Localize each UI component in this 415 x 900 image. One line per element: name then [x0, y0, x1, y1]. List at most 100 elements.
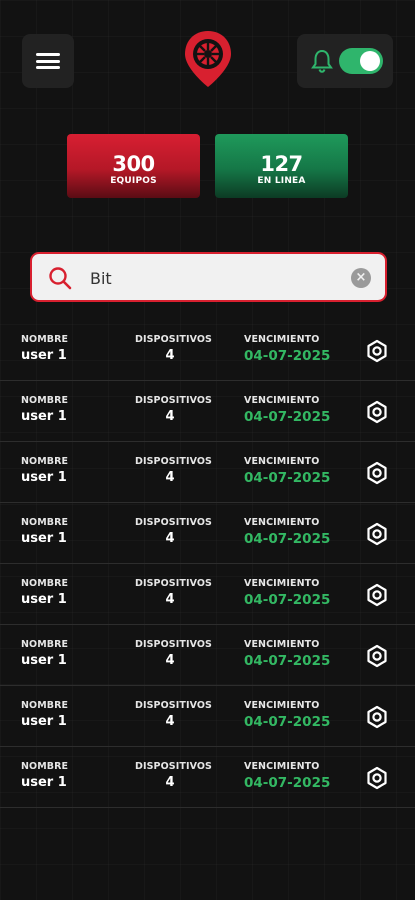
- settings-icon[interactable]: [365, 522, 389, 546]
- name-header: NOMBRE: [21, 456, 69, 467]
- expiry-date: 04-07-2025: [244, 409, 331, 425]
- name-header: NOMBRE: [21, 334, 69, 345]
- list-item[interactable]: NOMBRE user 1 DISPOSITIVOS 4 VENCIMIENTO…: [0, 747, 415, 808]
- name-header: NOMBRE: [21, 761, 69, 772]
- user-name: user 1: [21, 775, 67, 790]
- settings-icon[interactable]: [365, 705, 389, 729]
- devices-header: DISPOSITIVOS: [135, 761, 212, 772]
- expiry-header: VENCIMIENTO: [244, 761, 320, 772]
- expiry-column: VENCIMIENTO 04-07-2025: [244, 639, 330, 669]
- expiry-column: VENCIMIENTO 04-07-2025: [244, 334, 330, 364]
- devices-header: DISPOSITIVOS: [135, 578, 212, 589]
- name-column: NOMBRE user 1: [21, 761, 68, 790]
- device-count: 4: [165, 348, 175, 363]
- stat-equipos-label: EQUIPOS: [110, 176, 157, 186]
- expiry-column: VENCIMIENTO 04-07-2025: [244, 700, 330, 730]
- name-column: NOMBRE user 1: [21, 334, 68, 363]
- settings-icon[interactable]: [365, 339, 389, 363]
- expiry-date: 04-07-2025: [244, 714, 331, 730]
- list-item[interactable]: NOMBRE user 1 DISPOSITIVOS 4 VENCIMIENTO…: [0, 564, 415, 625]
- expiry-header: VENCIMIENTO: [244, 334, 320, 345]
- devices-column: DISPOSITIVOS 4: [135, 639, 212, 668]
- name-column: NOMBRE user 1: [21, 639, 68, 668]
- name-header: NOMBRE: [21, 517, 69, 528]
- user-name: user 1: [21, 531, 67, 546]
- devices-header: DISPOSITIVOS: [135, 517, 212, 528]
- search-input[interactable]: [88, 263, 342, 293]
- location-pin-logo: [185, 31, 231, 87]
- user-name: user 1: [21, 470, 67, 485]
- expiry-column: VENCIMIENTO 04-07-2025: [244, 578, 330, 608]
- list-item[interactable]: NOMBRE user 1 DISPOSITIVOS 4 VENCIMIENTO…: [0, 625, 415, 686]
- settings-icon[interactable]: [365, 583, 389, 607]
- expiry-date: 04-07-2025: [244, 653, 331, 669]
- user-name: user 1: [21, 592, 67, 607]
- expiry-header: VENCIMIENTO: [244, 395, 320, 406]
- devices-column: DISPOSITIVOS 4: [135, 700, 212, 729]
- device-count: 4: [165, 470, 175, 485]
- stat-en-linea-label: EN LINEA: [257, 176, 306, 186]
- list-item[interactable]: NOMBRE user 1 DISPOSITIVOS 4 VENCIMIENTO…: [0, 503, 415, 564]
- devices-header: DISPOSITIVOS: [135, 395, 212, 406]
- devices-column: DISPOSITIVOS 4: [135, 395, 212, 424]
- list-item[interactable]: NOMBRE user 1 DISPOSITIVOS 4 VENCIMIENTO…: [0, 320, 415, 381]
- user-name: user 1: [21, 348, 67, 363]
- expiry-header: VENCIMIENTO: [244, 456, 320, 467]
- expiry-header: VENCIMIENTO: [244, 578, 320, 589]
- clear-icon[interactable]: ×: [351, 268, 371, 288]
- stat-equipos-value: 300: [112, 152, 155, 176]
- menu-icon: [36, 53, 60, 69]
- settings-icon[interactable]: [365, 461, 389, 485]
- name-column: NOMBRE user 1: [21, 578, 68, 607]
- devices-header: DISPOSITIVOS: [135, 639, 212, 650]
- stat-en-linea-value: 127: [260, 152, 303, 176]
- menu-button[interactable]: [22, 34, 74, 88]
- devices-column: DISPOSITIVOS 4: [135, 334, 212, 363]
- name-header: NOMBRE: [21, 639, 69, 650]
- expiry-column: VENCIMIENTO 04-07-2025: [244, 761, 330, 791]
- user-name: user 1: [21, 653, 67, 668]
- name-column: NOMBRE user 1: [21, 700, 68, 729]
- devices-column: DISPOSITIVOS 4: [135, 456, 212, 485]
- expiry-header: VENCIMIENTO: [244, 700, 320, 711]
- user-list: NOMBRE user 1 DISPOSITIVOS 4 VENCIMIENTO…: [0, 320, 415, 808]
- search-icon: [49, 267, 72, 290]
- device-count: 4: [165, 409, 175, 424]
- device-count: 4: [165, 714, 175, 729]
- expiry-date: 04-07-2025: [244, 470, 331, 486]
- expiry-date: 04-07-2025: [244, 531, 331, 547]
- list-item[interactable]: NOMBRE user 1 DISPOSITIVOS 4 VENCIMIENTO…: [0, 381, 415, 442]
- expiry-column: VENCIMIENTO 04-07-2025: [244, 395, 330, 425]
- user-name: user 1: [21, 714, 67, 729]
- name-header: NOMBRE: [21, 700, 69, 711]
- notifications-toggle[interactable]: [339, 48, 383, 74]
- list-item[interactable]: NOMBRE user 1 DISPOSITIVOS 4 VENCIMIENTO…: [0, 686, 415, 747]
- device-count: 4: [165, 775, 175, 790]
- search-bar: ×: [30, 252, 387, 302]
- settings-icon[interactable]: [365, 644, 389, 668]
- settings-icon[interactable]: [365, 766, 389, 790]
- stat-en-linea: 127 EN LINEA: [215, 134, 348, 198]
- settings-icon[interactable]: [365, 400, 389, 424]
- expiry-date: 04-07-2025: [244, 775, 331, 791]
- devices-column: DISPOSITIVOS 4: [135, 578, 212, 607]
- expiry-date: 04-07-2025: [244, 592, 331, 608]
- stat-equipos: 300 EQUIPOS: [67, 134, 200, 198]
- top-bar: [22, 31, 393, 89]
- expiry-header: VENCIMIENTO: [244, 639, 320, 650]
- expiry-column: VENCIMIENTO 04-07-2025: [244, 517, 330, 547]
- list-item[interactable]: NOMBRE user 1 DISPOSITIVOS 4 VENCIMIENTO…: [0, 442, 415, 503]
- device-count: 4: [165, 531, 175, 546]
- name-column: NOMBRE user 1: [21, 395, 68, 424]
- devices-header: DISPOSITIVOS: [135, 700, 212, 711]
- devices-column: DISPOSITIVOS 4: [135, 761, 212, 790]
- name-column: NOMBRE user 1: [21, 456, 68, 485]
- name-column: NOMBRE user 1: [21, 517, 68, 546]
- devices-header: DISPOSITIVOS: [135, 334, 212, 345]
- expiry-date: 04-07-2025: [244, 348, 331, 364]
- name-header: NOMBRE: [21, 578, 69, 589]
- expiry-column: VENCIMIENTO 04-07-2025: [244, 456, 330, 486]
- bell-icon[interactable]: [311, 49, 333, 73]
- devices-header: DISPOSITIVOS: [135, 456, 212, 467]
- user-name: user 1: [21, 409, 67, 424]
